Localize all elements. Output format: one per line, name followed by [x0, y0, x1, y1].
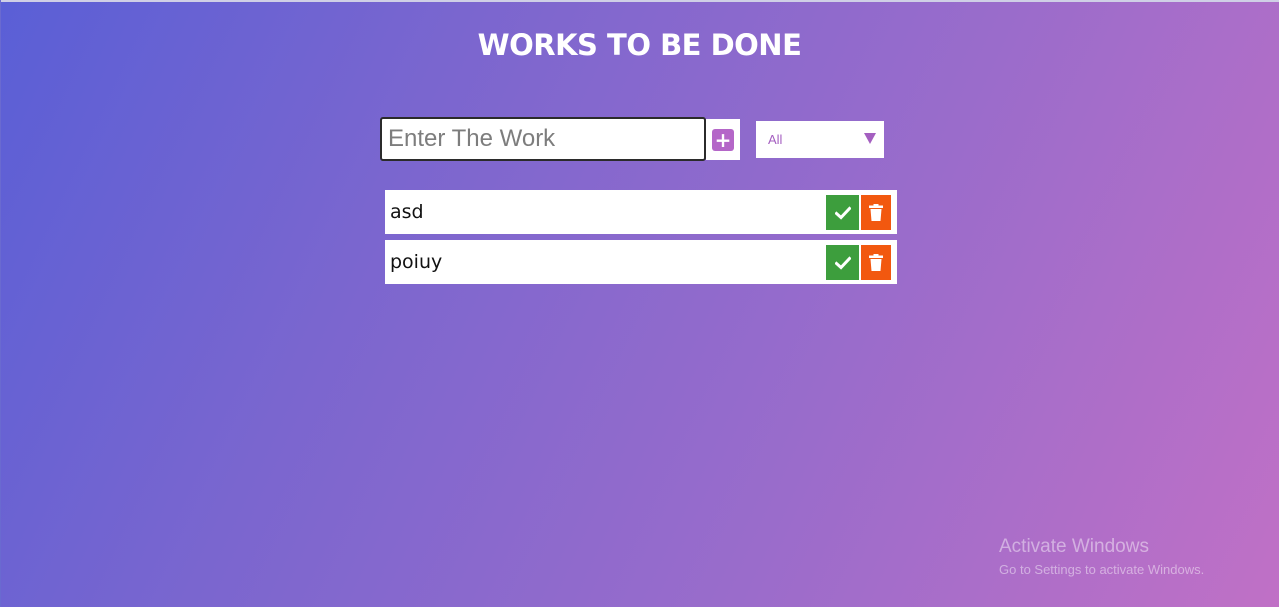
add-todo-button[interactable]: +: [706, 119, 740, 160]
activate-windows-subtitle: Go to Settings to activate Windows.: [999, 562, 1205, 577]
todo-text: asd: [390, 201, 424, 223]
trash-icon: [869, 254, 883, 271]
delete-button[interactable]: [861, 245, 891, 280]
window-top-border: [0, 0, 1279, 2]
complete-button[interactable]: [826, 195, 859, 230]
todo-text: poiuy: [390, 251, 443, 273]
delete-button[interactable]: [861, 195, 891, 230]
activate-windows-title: Activate Windows: [999, 536, 1149, 557]
check-icon: [834, 205, 851, 220]
caret-down-icon: [864, 133, 876, 144]
window-left-border: [0, 0, 1, 607]
todo-input[interactable]: [380, 117, 706, 161]
filter-select[interactable]: All: [756, 121, 884, 158]
page-title: WORKS TO BE DONE: [477, 28, 802, 62]
plus-square-icon: +: [712, 128, 734, 151]
trash-icon: [869, 204, 883, 221]
todo-list: asd poiuy: [385, 190, 897, 290]
complete-button[interactable]: [826, 245, 859, 280]
check-icon: [834, 255, 851, 270]
todo-item: asd: [385, 190, 897, 234]
filter-selected-value: All: [768, 132, 783, 147]
todo-item: poiuy: [385, 240, 897, 284]
